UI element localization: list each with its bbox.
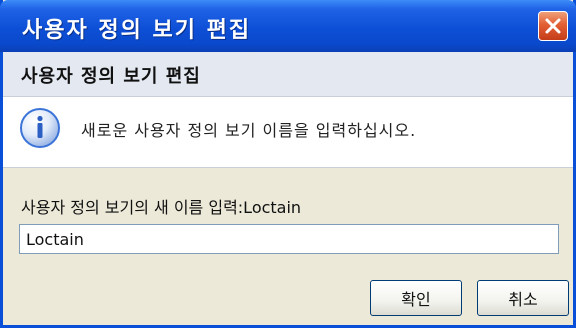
form-area: 사용자 정의 보기의 새 이름 입력:Loctain 확인 취소 (3, 168, 573, 325)
name-prompt-label: 사용자 정의 보기의 새 이름 입력:Loctain (21, 198, 302, 217)
close-icon (545, 18, 561, 34)
view-name-input[interactable] (19, 224, 559, 254)
header-band: 사용자 정의 보기 편집 (3, 52, 573, 97)
info-panel: 새로운 사용자 정의 보기 이름을 입력하십시오. (3, 97, 573, 168)
title-bar[interactable]: 사용자 정의 보기 편집 (0, 0, 576, 52)
ok-button[interactable]: 확인 (370, 280, 462, 316)
info-message: 새로운 사용자 정의 보기 이름을 입력하십시오. (81, 121, 417, 140)
info-icon (20, 108, 60, 148)
dialog-window: 사용자 정의 보기 편집 사용자 정의 보기 편집 새로운 사용자 정의 보기 … (0, 0, 576, 328)
close-button[interactable] (538, 11, 568, 41)
window-title: 사용자 정의 보기 편집 (22, 18, 252, 43)
header-title: 사용자 정의 보기 편집 (21, 66, 201, 87)
cancel-button[interactable]: 취소 (477, 280, 569, 316)
